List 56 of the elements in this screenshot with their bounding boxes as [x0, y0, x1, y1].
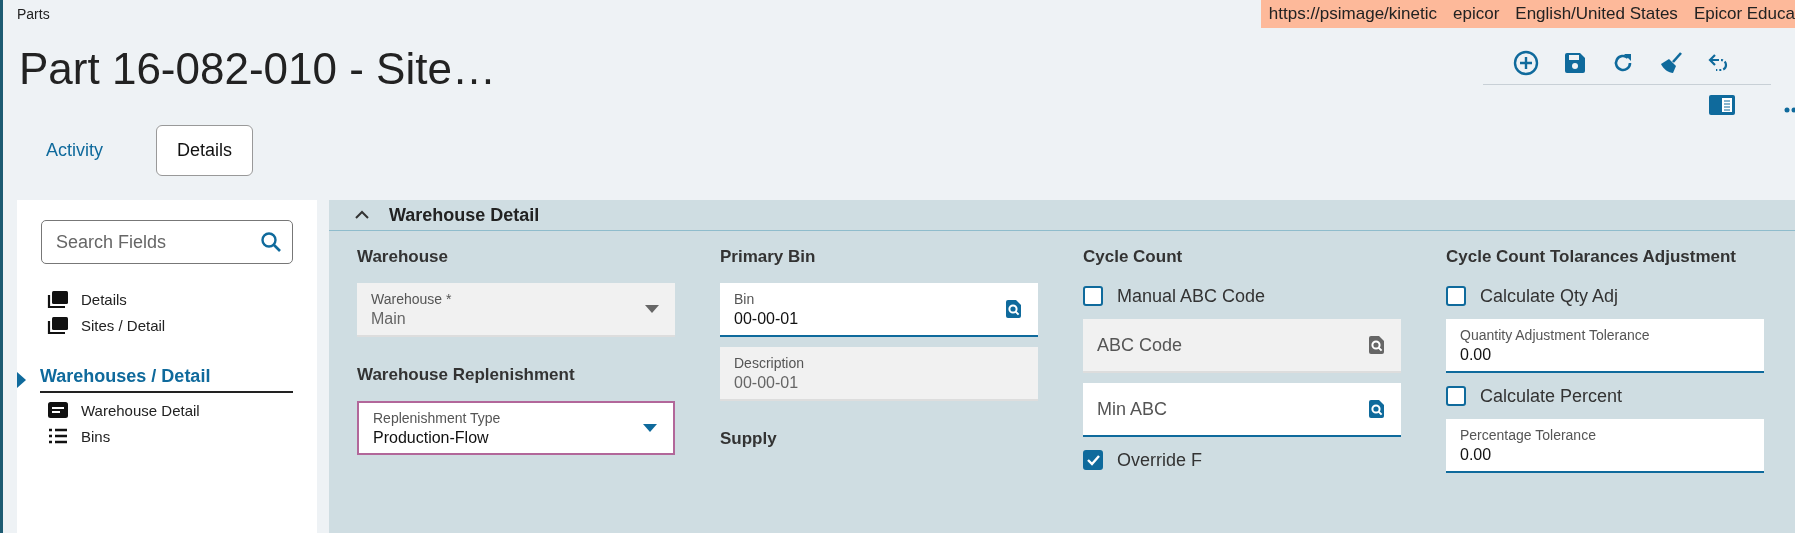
info-text: Epicor Educa: [1693, 4, 1795, 24]
checkbox[interactable]: [1083, 450, 1103, 470]
search-field[interactable]: Bin 00-00-01: [720, 283, 1038, 337]
sidebar-item[interactable]: Warehouse Detail: [17, 397, 293, 423]
page-title: Part 16-082-010 - Site…: [19, 44, 496, 94]
checkbox-label: Calculate Percent: [1480, 385, 1623, 407]
section-heading: Warehouse Replenishment: [357, 364, 576, 386]
section-heading: Supply: [720, 428, 778, 450]
tab[interactable]: Details: [156, 125, 254, 176]
search-field[interactable]: Min ABC: [1083, 383, 1401, 437]
input-field[interactable]: Quantity Adjustment Tolerance 0.00: [1446, 319, 1764, 373]
field-label: Percentage Tolerance: [1460, 426, 1597, 443]
side-panel-icon[interactable]: [1709, 95, 1735, 115]
search-icon[interactable]: [1005, 299, 1022, 319]
broom-icon[interactable]: [1659, 51, 1683, 75]
search-icon[interactable]: [1368, 399, 1385, 419]
stacked-pages-icon: [47, 316, 69, 334]
info-text: https://psimage/kinetic: [1268, 4, 1437, 24]
sidebar-item[interactable]: Warehouses / Detail: [17, 338, 293, 397]
app-title: Parts: [16, 5, 50, 22]
stacked-pages-icon: [47, 290, 69, 308]
checkbox-label: Override F: [1117, 449, 1203, 471]
dropdown-caret-icon[interactable]: [643, 424, 657, 432]
info-text: epicor: [1453, 4, 1500, 24]
search-icon[interactable]: [260, 231, 282, 253]
field-label: Quantity Adjustment Tolerance: [1460, 326, 1651, 343]
input-field[interactable]: Percentage Tolerance 0.00: [1446, 419, 1764, 473]
search-field[interactable]: Search Fields: [41, 220, 293, 264]
info-text: English/United States: [1515, 4, 1678, 24]
checkbox[interactable]: [1446, 386, 1466, 406]
checkbox[interactable]: [1083, 286, 1103, 306]
section-heading: Warehouse: [357, 246, 449, 268]
checkbox-label: Calculate Qty Adj: [1480, 285, 1619, 307]
save-icon[interactable]: [1563, 51, 1587, 75]
field-label: Warehouse *: [371, 290, 453, 307]
sidebar-item[interactable]: Sites / Detail: [17, 312, 293, 338]
section-heading: Cycle Count Tolarances Adjustment: [1446, 246, 1737, 268]
checkbox-label: Manual ABC Code: [1117, 285, 1266, 307]
tab[interactable]: Activity: [33, 125, 116, 176]
section-heading: Cycle Count: [1083, 246, 1184, 268]
panel-title: Warehouse Detail: [389, 204, 540, 226]
add-icon[interactable]: [1513, 50, 1539, 76]
section-heading: Primary Bin: [720, 246, 817, 268]
list-icon: [47, 427, 69, 445]
card-icon: [47, 401, 69, 419]
collapse-icon[interactable]: [355, 210, 369, 220]
more-icon[interactable]: [1784, 107, 1795, 113]
dropdown-field[interactable]: Replenishment Type Production-Flow: [357, 401, 675, 455]
caret-icon: [17, 371, 26, 388]
sidebar-item[interactable]: Details: [17, 286, 293, 312]
check-icon: [1085, 453, 1101, 467]
field-label: Replenishment Type: [373, 409, 502, 426]
checkbox[interactable]: [1446, 286, 1466, 306]
sidebar-item[interactable]: Bins: [17, 423, 293, 449]
field-label: Description: [734, 354, 806, 371]
field-label: Bin: [734, 290, 756, 307]
